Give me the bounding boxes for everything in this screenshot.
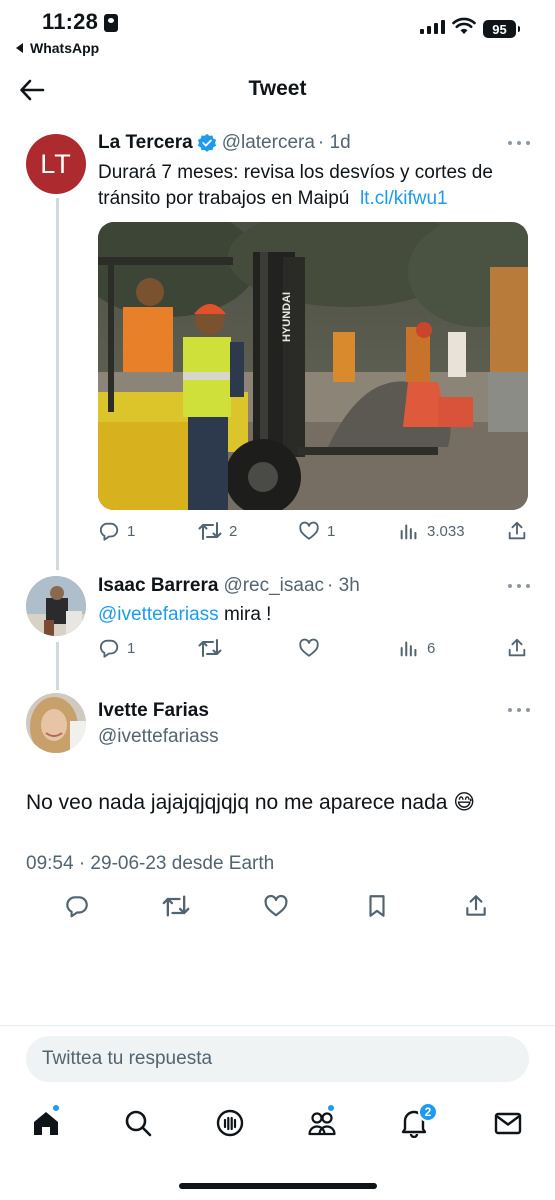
search-icon[interactable] [123, 1108, 153, 1138]
retweet-button[interactable]: 2 [198, 520, 237, 542]
avatar[interactable] [26, 576, 86, 636]
page-title: Tweet [248, 77, 307, 100]
tweet-media-image[interactable]: HYUNDAI [98, 222, 528, 510]
communities-icon[interactable] [307, 1108, 337, 1138]
analytics-icon [400, 524, 417, 540]
retweet-icon[interactable] [162, 893, 190, 919]
communities-unread-dot [327, 1104, 335, 1112]
home-icon[interactable] [31, 1108, 61, 1138]
heart-icon [299, 521, 319, 540]
tweet-actions: 1 2 1 3.033 [98, 520, 528, 544]
back-app-label: WhatsApp [30, 40, 100, 56]
tweet-text: Durará 7 meses: revisa los desvíos y cor… [98, 160, 538, 212]
author-handle[interactable]: @latercera [222, 132, 315, 154]
reply-icon [99, 639, 119, 658]
reply-button[interactable]: 1 [98, 520, 135, 542]
more-options-icon[interactable] [508, 584, 530, 590]
focus-tweet-actions [0, 893, 555, 927]
reply-icon[interactable] [64, 893, 90, 919]
header: Tweet [0, 66, 555, 114]
focus-author-handle-line: @ivettefariass [98, 726, 219, 748]
thread-line [56, 198, 59, 570]
like-count: 1 [327, 522, 336, 540]
reply-placeholder: Twittea tu respuesta [42, 1048, 213, 1069]
retweet-icon [198, 639, 222, 657]
retweet-count: 2 [229, 522, 238, 540]
analytics-icon [400, 641, 417, 657]
thread-line [56, 642, 59, 690]
avatar[interactable] [26, 693, 86, 753]
messages-icon[interactable] [493, 1108, 523, 1138]
share-icon [508, 638, 526, 657]
reply-button[interactable]: 1 [98, 637, 135, 659]
tweet-timestamp[interactable]: 09:54 · 29-06-23 desde Earth [26, 851, 546, 877]
status-bar: 11:28 WhatsApp 95 [0, 0, 555, 64]
contact-card-icon [104, 14, 118, 32]
back-to-app-link[interactable]: WhatsApp [16, 40, 99, 56]
status-time: 11:28 [42, 9, 99, 34]
share-button[interactable] [506, 637, 528, 659]
like-button[interactable] [298, 637, 327, 659]
retweet-button[interactable] [198, 637, 229, 659]
share-icon[interactable] [463, 893, 489, 919]
home-unread-dot [52, 1104, 60, 1112]
tweet-time: · 3h [327, 575, 360, 596]
reply-count: 1 [127, 639, 136, 657]
focus-tweet-text: No veo nada jajajqjqjqjq no me aparece n… [26, 791, 476, 814]
views-count: 3.033 [427, 522, 465, 540]
bottom-tab-bar: 2 [0, 1100, 555, 1150]
verified-badge-icon [197, 133, 216, 152]
views-button[interactable]: 3.033 [398, 520, 465, 542]
forklift-brand-text: HYUNDAI [281, 292, 293, 342]
author-name[interactable]: Isaac Barrera [98, 575, 218, 597]
avatar[interactable]: LT [26, 134, 86, 194]
tweet-time: · 1d [317, 132, 351, 153]
tweet-author-line: Isaac Barrera @rec_isaac · 3h [98, 575, 360, 597]
author-name[interactable]: La Tercera [98, 132, 193, 154]
tweet-link[interactable]: lt.cl/kifwu1 [360, 188, 448, 209]
retweet-icon [198, 522, 222, 540]
heart-icon [299, 638, 319, 657]
avatar-photo [26, 693, 86, 753]
tweet-body: mira ! [218, 604, 272, 625]
like-button[interactable]: 1 [298, 520, 335, 542]
notifications-badge: 2 [418, 1102, 438, 1122]
wifi-icon [452, 17, 476, 34]
cellular-signal-icon [420, 20, 445, 34]
spaces-icon[interactable] [215, 1108, 245, 1138]
more-options-icon[interactable] [508, 708, 530, 714]
heart-icon[interactable] [263, 893, 289, 919]
reply-count: 1 [127, 522, 136, 540]
reply-icon [99, 522, 119, 541]
author-handle[interactable]: @ivettefariass [98, 726, 219, 748]
tweet-actions: 1 6 [98, 637, 528, 661]
views-button[interactable]: 6 [398, 637, 435, 659]
more-options-icon[interactable] [508, 141, 530, 147]
tweet-text: @ivettefariass mira ! [98, 602, 538, 628]
avatar-photo [26, 576, 86, 636]
media-photo: HYUNDAI [98, 222, 528, 510]
share-button[interactable] [506, 520, 528, 542]
author-handle[interactable]: @rec_isaac [223, 575, 324, 597]
divider [0, 1025, 555, 1026]
battery-indicator: 95 [483, 20, 520, 38]
author-name[interactable]: Ivette Farias [98, 700, 209, 722]
bookmark-icon[interactable] [364, 893, 390, 919]
avatar-initials: LT [40, 148, 72, 179]
tweet-author-line: La Tercera @latercera · 1d [98, 132, 351, 154]
focus-author-name-line: Ivette Farias [98, 700, 209, 722]
mention-link[interactable]: @ivettefariass [98, 604, 219, 625]
views-count: 6 [427, 639, 436, 657]
back-triangle-icon [16, 43, 23, 53]
home-indicator [179, 1183, 377, 1189]
share-icon [508, 521, 526, 540]
reply-input[interactable]: Twittea tu respuesta [26, 1036, 529, 1082]
